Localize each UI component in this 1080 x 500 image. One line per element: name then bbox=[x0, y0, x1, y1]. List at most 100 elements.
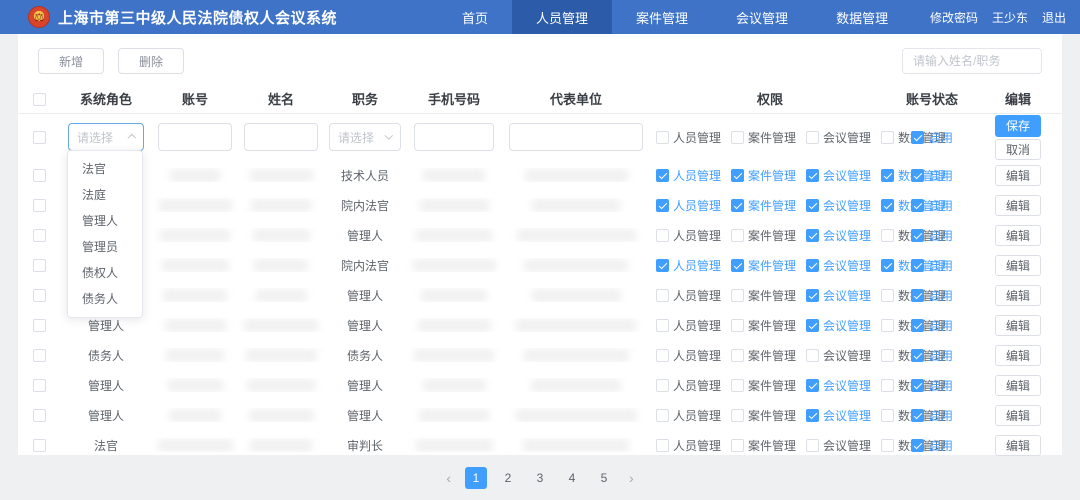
row-checkbox[interactable] bbox=[32, 289, 46, 303]
permission-checkbox[interactable] bbox=[881, 378, 895, 392]
status-checkbox[interactable] bbox=[910, 378, 924, 392]
permission-checkbox[interactable] bbox=[656, 288, 669, 302]
edit-button[interactable]: 编辑 bbox=[994, 254, 1041, 276]
permission-案件管理[interactable]: 案件管理 bbox=[731, 129, 796, 146]
status-checkbox[interactable] bbox=[910, 130, 924, 144]
permission-checkbox[interactable] bbox=[656, 228, 669, 242]
permission-会议管理[interactable]: 会议管理 bbox=[806, 347, 871, 364]
permission-checkbox[interactable] bbox=[656, 438, 669, 452]
permission-案件管理[interactable]: 案件管理 bbox=[731, 167, 796, 184]
permission-checkbox[interactable] bbox=[731, 168, 745, 182]
nav-item-数据管理[interactable]: 数据管理 bbox=[812, 0, 912, 34]
permission-会议管理[interactable]: 会议管理 bbox=[806, 227, 871, 244]
row-checkbox[interactable] bbox=[32, 259, 46, 273]
permission-checkbox[interactable] bbox=[656, 348, 669, 362]
permission-会议管理[interactable]: 会议管理 bbox=[806, 287, 871, 304]
permission-案件管理[interactable]: 案件管理 bbox=[731, 317, 796, 334]
permission-checkbox[interactable] bbox=[806, 438, 820, 452]
status-checkbox[interactable] bbox=[910, 198, 924, 212]
permission-人员管理[interactable]: 人员管理 bbox=[656, 257, 721, 274]
status-checkbox[interactable] bbox=[910, 408, 924, 422]
status-checkbox[interactable] bbox=[910, 288, 924, 302]
pagination-page-1[interactable]: 1 bbox=[465, 466, 487, 489]
permission-checkbox[interactable] bbox=[806, 228, 820, 242]
permission-checkbox[interactable] bbox=[656, 318, 669, 332]
pagination-page-2[interactable]: 2 bbox=[497, 467, 519, 489]
pagination-page-3[interactable]: 3 bbox=[529, 467, 551, 489]
nav-item-人员管理[interactable]: 人员管理 bbox=[512, 0, 613, 34]
status-checkbox[interactable] bbox=[910, 258, 924, 272]
status-checkbox[interactable] bbox=[910, 438, 924, 452]
permission-会议管理[interactable]: 会议管理 bbox=[806, 197, 871, 214]
permission-人员管理[interactable]: 人员管理 bbox=[656, 377, 721, 394]
permission-会议管理[interactable]: 会议管理 bbox=[806, 437, 871, 454]
edit-button[interactable]: 编辑 bbox=[994, 224, 1041, 246]
dropdown-option-债务人[interactable]: 债务人 bbox=[68, 286, 142, 312]
permission-checkbox[interactable] bbox=[656, 168, 669, 182]
edit-button[interactable]: 编辑 bbox=[994, 404, 1041, 426]
dropdown-option-法庭[interactable]: 法庭 bbox=[68, 182, 142, 208]
add-button[interactable]: 新增 bbox=[38, 48, 105, 74]
search-input[interactable] bbox=[902, 48, 1042, 74]
dropdown-option-管理员[interactable]: 管理员 bbox=[68, 234, 142, 260]
edit-button[interactable]: 编辑 bbox=[994, 314, 1041, 336]
permission-checkbox[interactable] bbox=[806, 318, 820, 332]
permission-checkbox[interactable] bbox=[731, 408, 745, 422]
permission-人员管理[interactable]: 人员管理 bbox=[656, 407, 721, 424]
edit-button[interactable]: 编辑 bbox=[994, 194, 1041, 216]
permission-checkbox[interactable] bbox=[881, 168, 895, 182]
permission-checkbox[interactable] bbox=[731, 348, 745, 362]
permission-案件管理[interactable]: 案件管理 bbox=[731, 407, 796, 424]
permission-checkbox[interactable] bbox=[806, 198, 820, 212]
dropdown-option-法官[interactable]: 法官 bbox=[68, 156, 142, 182]
permission-checkbox[interactable] bbox=[881, 288, 895, 302]
permission-人员管理[interactable]: 人员管理 bbox=[656, 437, 721, 454]
role-select[interactable]: 请选择 bbox=[68, 123, 144, 151]
permission-会议管理[interactable]: 会议管理 bbox=[806, 257, 871, 274]
permission-案件管理[interactable]: 案件管理 bbox=[731, 227, 796, 244]
permission-checkbox[interactable] bbox=[656, 378, 669, 392]
user-action-王少东[interactable]: 王少东 bbox=[992, 9, 1028, 26]
permission-checkbox[interactable] bbox=[656, 408, 669, 422]
row-checkbox[interactable] bbox=[32, 199, 46, 213]
permission-会议管理[interactable]: 会议管理 bbox=[806, 167, 871, 184]
edit-button[interactable]: 编辑 bbox=[994, 284, 1041, 306]
permission-checkbox[interactable] bbox=[806, 408, 820, 422]
status-checkbox[interactable] bbox=[910, 168, 924, 182]
permission-checkbox[interactable] bbox=[731, 318, 745, 332]
permission-checkbox[interactable] bbox=[881, 348, 895, 362]
permission-checkbox[interactable] bbox=[731, 130, 745, 144]
permission-案件管理[interactable]: 案件管理 bbox=[731, 347, 796, 364]
name-input[interactable] bbox=[244, 123, 318, 151]
nav-item-案件管理[interactable]: 案件管理 bbox=[612, 0, 712, 34]
permission-人员管理[interactable]: 人员管理 bbox=[656, 197, 721, 214]
permission-checkbox[interactable] bbox=[806, 168, 820, 182]
permission-checkbox[interactable] bbox=[881, 228, 895, 242]
user-action-修改密码[interactable]: 修改密码 bbox=[930, 9, 978, 26]
dropdown-option-债权人[interactable]: 债权人 bbox=[68, 260, 142, 286]
permission-人员管理[interactable]: 人员管理 bbox=[656, 167, 721, 184]
row-checkbox[interactable] bbox=[32, 319, 46, 333]
row-checkbox[interactable] bbox=[32, 439, 46, 453]
permission-checkbox[interactable] bbox=[656, 258, 669, 272]
permission-checkbox[interactable] bbox=[881, 438, 895, 452]
status-checkbox[interactable] bbox=[910, 228, 924, 242]
dropdown-option-管理人[interactable]: 管理人 bbox=[68, 208, 142, 234]
cancel-button[interactable]: 取消 bbox=[995, 138, 1041, 160]
row-checkbox[interactable] bbox=[32, 379, 46, 393]
permission-checkbox[interactable] bbox=[881, 198, 895, 212]
edit-button[interactable]: 编辑 bbox=[994, 434, 1041, 456]
edit-button[interactable]: 编辑 bbox=[994, 344, 1041, 366]
permission-案件管理[interactable]: 案件管理 bbox=[731, 377, 796, 394]
permission-案件管理[interactable]: 案件管理 bbox=[731, 287, 796, 304]
status-checkbox[interactable] bbox=[910, 348, 924, 362]
nav-item-会议管理[interactable]: 会议管理 bbox=[712, 0, 812, 34]
delete-button[interactable]: 删除 bbox=[118, 48, 185, 74]
permission-案件管理[interactable]: 案件管理 bbox=[731, 197, 796, 214]
permission-checkbox[interactable] bbox=[731, 228, 745, 242]
pagination-page-4[interactable]: 4 bbox=[561, 467, 583, 489]
permission-会议管理[interactable]: 会议管理 bbox=[806, 377, 871, 394]
edit-button[interactable]: 编辑 bbox=[994, 164, 1041, 186]
permission-checkbox[interactable] bbox=[806, 378, 820, 392]
permission-checkbox[interactable] bbox=[881, 408, 895, 422]
